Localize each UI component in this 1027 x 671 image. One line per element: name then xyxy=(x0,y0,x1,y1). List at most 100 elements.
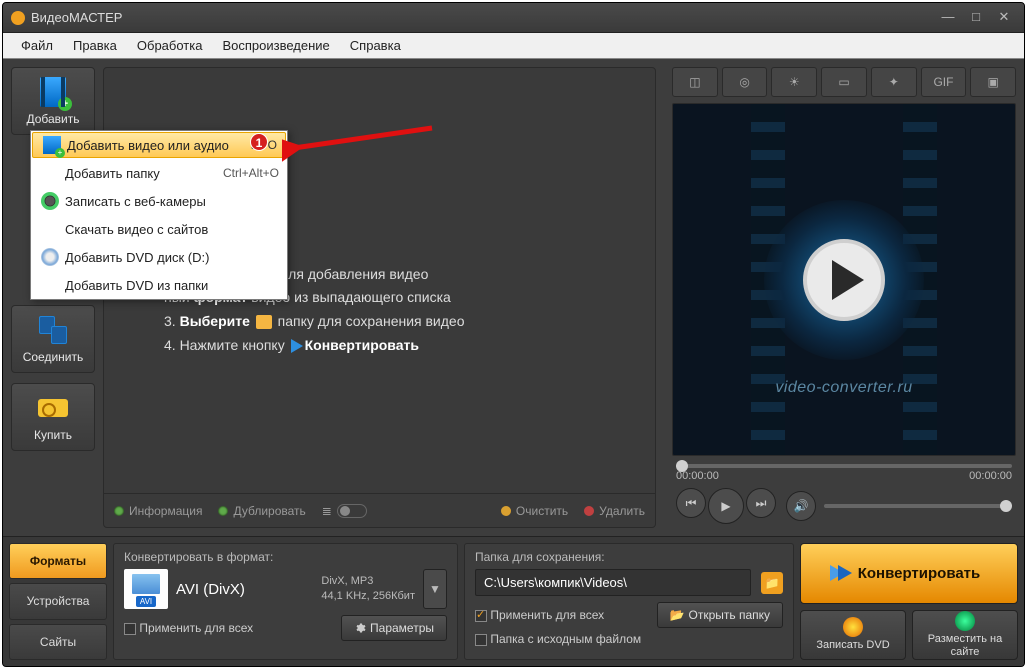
clear-button[interactable]: Очистить xyxy=(501,504,568,518)
params-label: Параметры xyxy=(370,621,434,635)
dup-icon xyxy=(218,506,228,516)
video-preview[interactable]: video-converter.ru xyxy=(672,103,1016,456)
info-icon xyxy=(114,506,124,516)
same-folder-checkbox[interactable]: Папка с исходным файлом xyxy=(475,632,641,646)
play-button[interactable]: ▶ xyxy=(708,488,744,524)
duplicate-button[interactable]: Дублировать xyxy=(218,504,305,518)
output-tabs: Форматы Устройства Сайты xyxy=(9,543,107,660)
instr-l4a: 4. Нажмите кнопку xyxy=(164,337,289,353)
add-button-label: Добавить xyxy=(26,112,79,126)
preview-url: video-converter.ru xyxy=(775,379,912,397)
time-total: 00:00:00 xyxy=(969,470,1012,482)
delete-button[interactable]: Удалить xyxy=(584,504,645,518)
tab-sites[interactable]: Сайты xyxy=(9,624,107,660)
buy-button-label: Купить xyxy=(34,428,72,442)
menu-add-dvd-folder-label: Добавить DVD из папки xyxy=(65,278,279,293)
menu-add-dvd-folder[interactable]: Добавить DVD из папки xyxy=(31,271,287,299)
burn-dvd-button[interactable]: Записать DVD xyxy=(800,610,906,660)
tool-speed[interactable]: ✦ xyxy=(871,67,917,97)
path-value: C:\Users\компик\Videos\ xyxy=(484,575,627,590)
info-label: Информация xyxy=(129,504,202,518)
tool-text[interactable]: ▭ xyxy=(821,67,867,97)
menu-webcam[interactable]: Записать с веб-камеры xyxy=(31,187,287,215)
tool-screenshot[interactable]: ▣ xyxy=(970,67,1016,97)
save-panel: Папка для сохранения: C:\Users\компик\Vi… xyxy=(464,543,794,660)
tab-devices[interactable]: Устройства xyxy=(9,583,107,619)
play-placeholder-icon xyxy=(803,239,885,321)
close-button[interactable]: ✕ xyxy=(992,9,1016,27)
browse-folder-button[interactable]: 📁 xyxy=(761,572,783,594)
params-button[interactable]: Параметры xyxy=(341,615,447,641)
join-button-label: Соединить xyxy=(23,350,84,364)
key-icon xyxy=(37,392,69,424)
clear-icon xyxy=(501,506,511,516)
infobar: Информация Дублировать ≣ Очистить Удалит… xyxy=(104,493,655,527)
burn-dvd-label: Записать DVD xyxy=(816,639,889,652)
save-apply-all[interactable]: Применить для всех xyxy=(475,608,604,622)
prev-button[interactable]: ⏮ xyxy=(676,488,706,518)
tool-gif[interactable]: GIF xyxy=(921,67,967,97)
format-audio: 44,1 KHz, 256Кбит xyxy=(321,589,415,604)
titlebar: ВидеоМАСТЕР — □ ✕ xyxy=(3,3,1024,33)
menu-playback[interactable]: Воспроизведение xyxy=(212,38,339,53)
film-add-icon: + xyxy=(43,136,61,154)
timeline: 00:00:00 00:00:00 ⏮ ▶ ⏭ 🔊 xyxy=(672,456,1016,528)
delete-icon xyxy=(584,506,594,516)
dvd-disc-icon xyxy=(41,248,59,266)
save-apply-all-label: Применить для всех xyxy=(490,608,604,622)
globe-icon xyxy=(955,611,975,631)
menu-add-video-audio[interactable]: + Добавить видео или аудио trl+O xyxy=(32,132,286,158)
webcam-icon xyxy=(41,192,59,210)
convert-button[interactable]: Конвертировать xyxy=(800,543,1018,604)
menu-download[interactable]: Скачать видео с сайтов xyxy=(31,215,287,243)
menu-help[interactable]: Справка xyxy=(340,38,411,53)
buy-button[interactable]: Купить xyxy=(11,383,95,451)
format-codec: DivX, MP3 xyxy=(321,574,415,589)
instr-l3a: 3. xyxy=(164,313,180,329)
format-apply-all-label: Применить для всех xyxy=(139,621,253,635)
volume-button[interactable]: 🔊 xyxy=(786,491,816,521)
format-icon: AVI xyxy=(124,569,168,609)
volume-slider[interactable] xyxy=(824,504,1012,508)
menu-download-label: Скачать видео с сайтов xyxy=(65,222,279,237)
info-button[interactable]: Информация xyxy=(114,504,202,518)
tool-brightness[interactable]: ☀ xyxy=(771,67,817,97)
next-button[interactable]: ⏭ xyxy=(746,488,776,518)
format-header: Конвертировать в формат: xyxy=(124,550,447,564)
menu-edit[interactable]: Правка xyxy=(63,38,127,53)
tool-effects[interactable]: ◎ xyxy=(722,67,768,97)
format-panel: Конвертировать в формат: AVI AVI (DivX) … xyxy=(113,543,458,660)
app-title: ВидеоМАСТЕР xyxy=(31,10,122,25)
menu-process[interactable]: Обработка xyxy=(127,38,213,53)
menu-add-folder[interactable]: Добавить папку Ctrl+Alt+O xyxy=(31,159,287,187)
gear-icon xyxy=(354,622,366,634)
open-folder-button[interactable]: 📂Открыть папку xyxy=(657,602,783,628)
menu-add-dvd-disc[interactable]: Добавить DVD диск (D:) xyxy=(31,243,287,271)
instr-l1c: для добавления видео xyxy=(276,266,428,282)
format-tag: AVI xyxy=(136,596,156,607)
add-button[interactable]: + Добавить xyxy=(11,67,95,135)
menu-file[interactable]: Файл xyxy=(11,38,63,53)
open-folder-label: Открыть папку xyxy=(688,608,770,622)
order-toggle[interactable]: ≣ xyxy=(322,504,367,518)
format-dropdown[interactable]: ▼ xyxy=(423,569,447,609)
join-button[interactable]: Соединить xyxy=(11,305,95,373)
path-field[interactable]: C:\Users\компик\Videos\ xyxy=(475,569,751,596)
clear-label: Очистить xyxy=(516,504,568,518)
format-apply-all[interactable]: Применить для всех xyxy=(124,621,253,635)
app-logo-icon xyxy=(11,11,25,25)
folder-icon: 📁 xyxy=(765,576,780,590)
tool-crop[interactable]: ◫ xyxy=(672,67,718,97)
upload-button[interactable]: Разместить на сайте xyxy=(912,610,1018,660)
seek-slider[interactable] xyxy=(676,464,1012,468)
toggle-icon xyxy=(337,504,367,518)
join-icon xyxy=(37,314,69,346)
convert-label: Конвертировать xyxy=(858,565,981,582)
minimize-button[interactable]: — xyxy=(936,9,960,27)
instr-l3b: Выберите xyxy=(180,313,250,329)
film-add-icon: + xyxy=(37,76,69,108)
tab-formats[interactable]: Форматы xyxy=(9,543,107,579)
open-folder-icon: 📂 xyxy=(670,608,685,622)
menu-add-folder-shortcut: Ctrl+Alt+O xyxy=(223,166,279,180)
maximize-button[interactable]: □ xyxy=(964,9,988,27)
